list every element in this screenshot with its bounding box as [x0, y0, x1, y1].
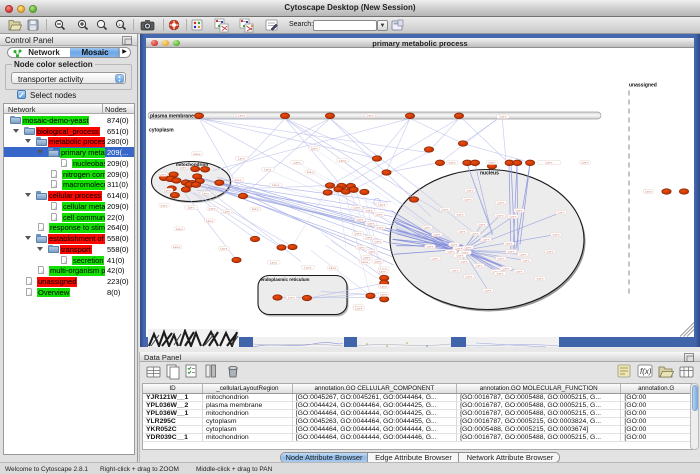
- svg-text:Lxx-x: Lxx-x: [305, 265, 312, 269]
- svg-text:Lxx-x: Lxx-x: [547, 249, 554, 253]
- svg-text:Lxx-x: Lxx-x: [339, 158, 346, 162]
- svg-text:Lxx-x: Lxx-x: [558, 210, 565, 214]
- svg-text:Lxx-x: Lxx-x: [461, 259, 468, 263]
- svg-text:Lxx-x: Lxx-x: [427, 244, 434, 248]
- svg-text:Lxx-x: Lxx-x: [202, 191, 209, 195]
- svg-text:unassigned: unassigned: [629, 82, 657, 88]
- svg-text:Lxx-x: Lxx-x: [442, 207, 449, 211]
- svg-text:Lxx-x: Lxx-x: [582, 160, 589, 164]
- svg-text:Lxx-x: Lxx-x: [645, 189, 652, 193]
- svg-text:Lxx-x: Lxx-x: [235, 178, 242, 182]
- svg-text:Lxx-x: Lxx-x: [457, 212, 464, 216]
- svg-text:Lxx-x: Lxx-x: [223, 209, 230, 213]
- svg-text:Lxx-x: Lxx-x: [452, 268, 459, 272]
- svg-text:Lxx-x: Lxx-x: [434, 232, 441, 236]
- svg-text:Lxx-x: Lxx-x: [449, 160, 456, 164]
- svg-text:Lxx-x: Lxx-x: [366, 208, 373, 212]
- svg-text:Lxx-x: Lxx-x: [498, 200, 505, 204]
- svg-text:nucleus: nucleus: [480, 170, 499, 176]
- svg-text:Lxx-x: Lxx-x: [264, 167, 271, 171]
- svg-text:Lxx-x: Lxx-x: [188, 205, 195, 209]
- svg-text:Lxx-x: Lxx-x: [506, 241, 513, 245]
- svg-text:Lxx-x: Lxx-x: [357, 217, 364, 221]
- svg-text:Lxx-x: Lxx-x: [375, 259, 382, 263]
- svg-text:Lxx-x: Lxx-x: [380, 284, 387, 288]
- svg-text:Lxx-x: Lxx-x: [173, 245, 180, 249]
- svg-text:mitochondrion: mitochondrion: [176, 162, 208, 167]
- svg-text:Lxx-x: Lxx-x: [520, 252, 527, 256]
- svg-text:Lxx-x: Lxx-x: [516, 269, 523, 273]
- svg-text:1:1: 1:1: [118, 22, 124, 27]
- svg-text:Lxx-x: Lxx-x: [375, 239, 382, 243]
- svg-text:Lxx-x: Lxx-x: [497, 271, 504, 275]
- svg-text:Lxx-x: Lxx-x: [161, 203, 168, 207]
- svg-text:plasma membrane: plasma membrane: [150, 113, 194, 119]
- svg-text:Lxx-x: Lxx-x: [220, 246, 227, 250]
- svg-text:Lxx-x: Lxx-x: [238, 113, 245, 117]
- svg-text:Lxx-x: Lxx-x: [500, 114, 507, 118]
- svg-text:Lxx-x: Lxx-x: [194, 151, 201, 155]
- svg-text:Lxx-x: Lxx-x: [451, 242, 458, 246]
- svg-text:Lxx-x: Lxx-x: [448, 249, 455, 253]
- svg-text:Lxx-x: Lxx-x: [364, 255, 371, 259]
- svg-text:Lxx-x: Lxx-x: [380, 292, 387, 296]
- svg-text:Lxx-x: Lxx-x: [307, 170, 314, 174]
- svg-text:Lxx-x: Lxx-x: [311, 146, 318, 150]
- svg-text:Lxx-x: Lxx-x: [424, 225, 431, 229]
- svg-text:cytoplasm: cytoplasm: [149, 127, 174, 133]
- svg-text:Lxx-x: Lxx-x: [270, 260, 277, 264]
- svg-text:Lxx-x: Lxx-x: [457, 253, 464, 257]
- svg-text:Lxx-x: Lxx-x: [160, 172, 167, 176]
- svg-text:Lxx-x: Lxx-x: [546, 160, 553, 164]
- svg-text:Lxx-x: Lxx-x: [358, 245, 365, 249]
- svg-text:Lxx-x: Lxx-x: [508, 249, 515, 253]
- svg-text:Lxx-x: Lxx-x: [516, 208, 523, 212]
- svg-text:Lxx-x: Lxx-x: [472, 231, 479, 235]
- svg-text:Lxx-x: Lxx-x: [164, 188, 171, 192]
- svg-text:Lxx-x: Lxx-x: [476, 263, 483, 267]
- svg-text:Lxx-x: Lxx-x: [377, 225, 384, 229]
- svg-text:Lxx-x: Lxx-x: [238, 156, 245, 160]
- svg-text:Lxx-x: Lxx-x: [465, 197, 472, 201]
- svg-text:Lxx-x: Lxx-x: [466, 274, 473, 278]
- svg-text:Lxx-x: Lxx-x: [361, 260, 368, 264]
- svg-text:Lxx-x: Lxx-x: [209, 206, 216, 210]
- svg-text:Lxx-x: Lxx-x: [553, 232, 560, 236]
- svg-text:Lxx-x: Lxx-x: [510, 214, 517, 218]
- svg-text:Lxx-x: Lxx-x: [252, 207, 259, 211]
- svg-text:Lxx-x: Lxx-x: [378, 202, 385, 206]
- svg-text:f(x): f(x): [640, 367, 652, 376]
- svg-text:Lxx-x: Lxx-x: [459, 229, 466, 233]
- svg-text:Lxx-x: Lxx-x: [294, 160, 301, 164]
- svg-text:Lxx-x: Lxx-x: [503, 266, 510, 270]
- svg-text:Lxx-x: Lxx-x: [485, 288, 492, 292]
- svg-text:Lxx-x: Lxx-x: [355, 231, 362, 235]
- svg-text:Lxx-x: Lxx-x: [368, 221, 375, 225]
- svg-text:Lxx-x: Lxx-x: [367, 113, 374, 117]
- svg-text:Lxx-x: Lxx-x: [379, 269, 386, 273]
- svg-text:Lxx-x: Lxx-x: [354, 205, 361, 209]
- svg-text:Lxx-x: Lxx-x: [206, 219, 213, 223]
- svg-text:Lxx-x: Lxx-x: [376, 212, 383, 216]
- svg-text:Lxx-x: Lxx-x: [498, 256, 505, 260]
- svg-text:Lxx-x: Lxx-x: [465, 245, 472, 249]
- svg-text:Lxx-x: Lxx-x: [483, 237, 490, 241]
- svg-text:Lxx-x: Lxx-x: [479, 222, 486, 226]
- svg-text:Lxx-x: Lxx-x: [176, 226, 183, 230]
- svg-text:Lxx-x: Lxx-x: [272, 183, 279, 187]
- svg-text:Lxx-x: Lxx-x: [467, 188, 474, 192]
- svg-text:Lxx-x: Lxx-x: [523, 258, 530, 262]
- svg-text:Lxx-x: Lxx-x: [329, 266, 336, 270]
- svg-text:Lxx-x: Lxx-x: [489, 160, 496, 164]
- svg-text:Lxx-x: Lxx-x: [537, 276, 544, 280]
- svg-text:Lxx-x: Lxx-x: [356, 306, 363, 310]
- svg-text:Lxx-x: Lxx-x: [497, 213, 504, 217]
- svg-text:Lxx-x: Lxx-x: [366, 235, 373, 239]
- svg-text:Lxx-x: Lxx-x: [288, 295, 295, 299]
- svg-text:Lxx-x: Lxx-x: [369, 249, 376, 253]
- svg-text:endoplasmic reticulum: endoplasmic reticulum: [261, 277, 310, 282]
- svg-text:Lxx-x: Lxx-x: [432, 256, 439, 260]
